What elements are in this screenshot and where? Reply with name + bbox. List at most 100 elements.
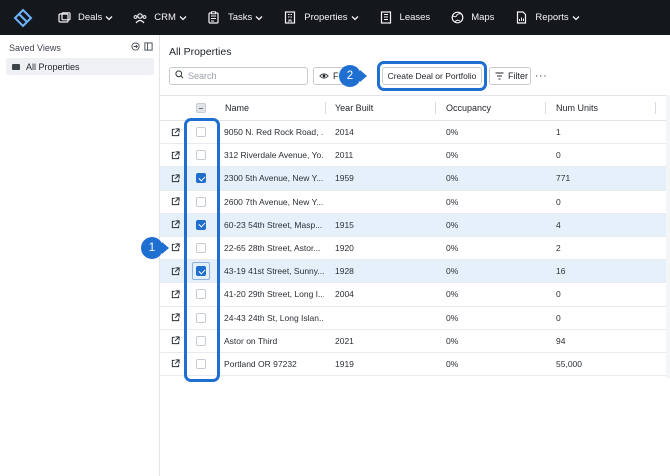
nav-item-label: Tasks bbox=[227, 12, 253, 23]
cell-year-built: 1915 bbox=[335, 219, 354, 230]
cell-year-built: 1928 bbox=[335, 266, 354, 277]
column-header-name[interactable]: Name bbox=[225, 96, 249, 120]
cell-num-units: 0 bbox=[556, 150, 561, 161]
column-divider[interactable] bbox=[545, 102, 546, 114]
properties-table: Name Year Built Occupancy Num Units N 90… bbox=[160, 95, 670, 377]
nav-item-label: CRM bbox=[154, 12, 176, 23]
cell-num-units: 0 bbox=[556, 289, 561, 300]
open-record-icon[interactable] bbox=[170, 266, 180, 276]
table-row[interactable]: 312 Riverdale Avenue, Yo...20110%00 bbox=[160, 144, 670, 168]
collapse-sidebar-icon[interactable] bbox=[144, 42, 153, 54]
open-record-icon[interactable] bbox=[170, 243, 180, 253]
filter-button-label: Filter bbox=[508, 71, 528, 81]
cell-year-built: 2004 bbox=[335, 289, 354, 300]
column-divider[interactable] bbox=[435, 102, 436, 114]
table-row[interactable]: 2300 5th Avenue, New Y...19590%7710 bbox=[160, 167, 670, 191]
table-row[interactable]: Portland OR 9723219190%55,0000 bbox=[160, 353, 670, 377]
cell-num-units: 16 bbox=[556, 266, 566, 277]
table-row[interactable]: 24-43 24th St, Long Islan...0%00 bbox=[160, 307, 670, 330]
select-all-checkbox[interactable] bbox=[196, 103, 206, 113]
cell-name[interactable]: 312 Riverdale Avenue, Yo... bbox=[224, 144, 324, 166]
eye-icon bbox=[319, 72, 329, 80]
cell-name[interactable]: Portland OR 97232 bbox=[224, 353, 324, 375]
cell-num-units: 0 bbox=[556, 196, 561, 207]
table-body: 9050 N. Red Rock Road, ... 2014 0% 1 0 312 Ri… bbox=[160, 121, 670, 377]
cell-year-built: 2014 bbox=[335, 127, 354, 137]
more-options-button[interactable]: ··· bbox=[534, 67, 548, 85]
cell-num-units: 771 bbox=[556, 173, 571, 184]
cell-year-built: 1959 bbox=[335, 173, 354, 184]
open-record-icon[interactable] bbox=[170, 289, 180, 299]
cell-occupancy: 0% bbox=[446, 312, 459, 323]
page-title: All Properties bbox=[169, 46, 232, 58]
cell-name[interactable]: 43-19 41st Street, Sunny... bbox=[224, 260, 324, 282]
cell-name[interactable]: Astor on Third bbox=[224, 330, 324, 352]
table-row[interactable]: Astor on Third20210%940 bbox=[160, 330, 670, 353]
table-scrollbar[interactable] bbox=[666, 95, 670, 378]
nav-item-crm[interactable]: CRM bbox=[133, 0, 187, 35]
column-header-occupancy[interactable]: Occupancy bbox=[446, 96, 491, 120]
cell-occupancy: 0% bbox=[446, 196, 459, 207]
nav-item-maps[interactable]: Maps bbox=[450, 0, 494, 35]
cell-num-units: 1 bbox=[556, 127, 561, 137]
cell-name[interactable]: 2600 7th Avenue, New Y... bbox=[224, 191, 324, 213]
step-1-pointer bbox=[162, 242, 169, 254]
cell-year-built: 1920 bbox=[335, 242, 354, 253]
cell-occupancy: 0% bbox=[446, 358, 459, 369]
cell-num-units: 94 bbox=[556, 335, 566, 346]
app-logo-icon[interactable] bbox=[13, 8, 33, 28]
cell-occupancy: 0% bbox=[446, 150, 459, 161]
column-header-year-built[interactable]: Year Built bbox=[335, 96, 373, 120]
nav-item-leases[interactable]: Leases bbox=[379, 0, 431, 35]
cell-name[interactable]: 22-65 28th Street, Astor... bbox=[224, 237, 324, 259]
cell-year-built bbox=[335, 191, 425, 213]
sidebar-item-all-properties[interactable]: All Properties bbox=[6, 58, 154, 75]
nav-item-deals[interactable]: Deals bbox=[57, 0, 113, 35]
cell-name[interactable]: 41-20 29th Street, Long I... bbox=[224, 283, 324, 305]
search-box[interactable] bbox=[169, 67, 308, 85]
table-row[interactable]: 60-23 54th Street, Masp...19150%40 bbox=[160, 213, 670, 237]
cell-num-units: 2 bbox=[556, 242, 561, 253]
nav-item-reports[interactable]: Reports bbox=[514, 0, 580, 35]
cell-year-built bbox=[335, 307, 425, 329]
saved-views-title: Saved Views bbox=[9, 43, 61, 53]
table-row[interactable]: 9050 N. Red Rock Road, ...20140%10 bbox=[160, 121, 670, 145]
nav-item-properties[interactable]: Properties bbox=[283, 0, 359, 35]
nav-item-label: Leases bbox=[399, 12, 431, 23]
open-record-icon[interactable] bbox=[170, 150, 180, 160]
open-record-icon[interactable] bbox=[170, 359, 180, 369]
deals-icon bbox=[57, 11, 71, 25]
open-record-icon[interactable] bbox=[170, 197, 180, 207]
open-record-icon[interactable] bbox=[170, 313, 180, 323]
cell-name[interactable]: 2300 5th Avenue, New Y... bbox=[224, 167, 324, 189]
table-row[interactable]: 43-19 41st Street, Sunny...19280%160 bbox=[160, 260, 670, 284]
cell-num-units: 0 bbox=[556, 312, 561, 323]
cell-name[interactable]: 60-23 54th Street, Masp... bbox=[224, 214, 324, 236]
cell-occupancy: 0% bbox=[446, 173, 459, 184]
table-row[interactable]: 22-65 28th Street, Astor...19200%20 bbox=[160, 237, 670, 261]
nav-item-tasks[interactable]: Tasks bbox=[207, 0, 263, 35]
table-row[interactable]: 41-20 29th Street, Long I...20040%00 bbox=[160, 283, 670, 307]
open-record-icon[interactable] bbox=[170, 336, 180, 346]
filter-button[interactable]: Filter bbox=[489, 67, 531, 85]
step-2-badge: 2 bbox=[339, 65, 361, 87]
column-header-num-units[interactable]: Num Units bbox=[556, 96, 598, 120]
chevron-down-icon bbox=[351, 14, 359, 22]
chevron-down-icon bbox=[105, 14, 113, 22]
search-icon bbox=[175, 70, 184, 82]
search-input[interactable] bbox=[188, 71, 298, 81]
cell-name[interactable]: 9050 N. Red Rock Road, ... bbox=[224, 121, 324, 143]
add-view-icon[interactable] bbox=[131, 42, 140, 54]
column-divider[interactable] bbox=[655, 102, 656, 114]
step-2-pointer bbox=[360, 70, 367, 82]
open-record-icon[interactable] bbox=[170, 127, 180, 137]
open-record-icon[interactable] bbox=[170, 173, 180, 183]
cell-name[interactable]: 24-43 24th St, Long Islan... bbox=[224, 307, 324, 329]
top-nav: Deals CRM Tasks Properties Leases Maps Reports bbox=[0, 0, 670, 35]
table-row[interactable]: 2600 7th Avenue, New Y...0%00 bbox=[160, 191, 670, 214]
open-record-icon[interactable] bbox=[170, 220, 180, 230]
column-divider[interactable] bbox=[325, 102, 326, 114]
reports-icon bbox=[514, 11, 528, 25]
maps-icon bbox=[450, 11, 464, 25]
cell-occupancy: 0% bbox=[446, 266, 459, 277]
